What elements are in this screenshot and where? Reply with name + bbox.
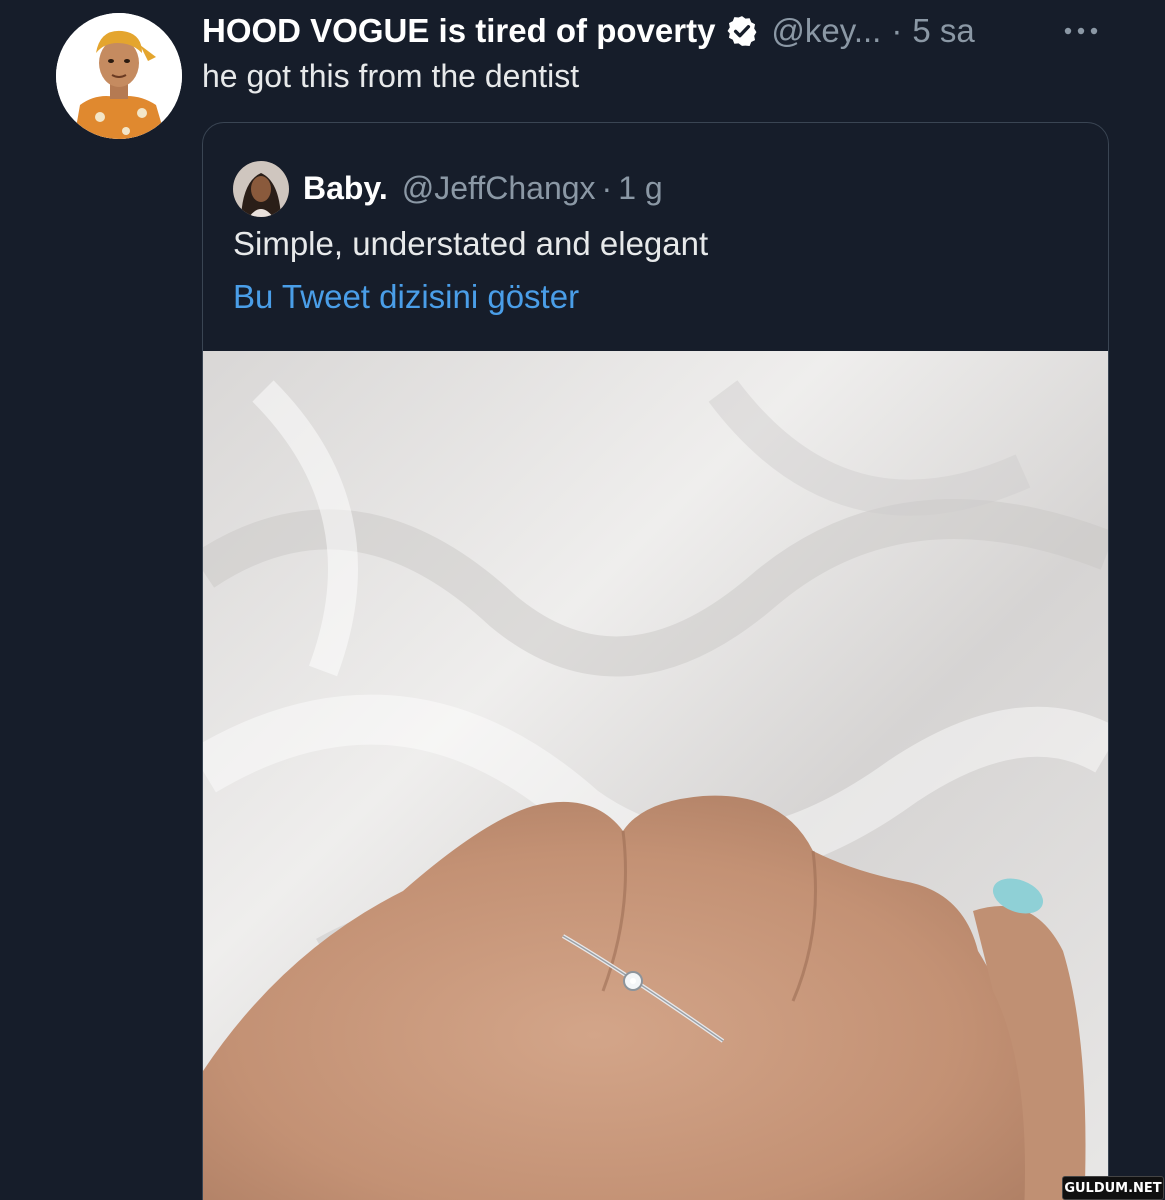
quoted-author-display-name[interactable]: Baby. [303, 170, 388, 207]
author-avatar[interactable] [56, 13, 182, 139]
site-watermark: GULDUM.NET [1062, 1176, 1164, 1200]
quoted-author-handle[interactable]: @JeffChangx [402, 170, 596, 207]
quoted-author-avatar-photo [233, 161, 289, 217]
separator-dot: · [891, 12, 903, 49]
author-handle[interactable]: @key... [771, 12, 881, 50]
quoted-tweet-card[interactable]: Baby. @JeffChangx · 1 g Simple, understa… [202, 122, 1109, 1200]
show-thread-link[interactable]: Bu Tweet dizisini göster [233, 278, 579, 316]
ring-on-hand-photo [203, 351, 1108, 1200]
more-horizontal-icon[interactable] [1058, 16, 1104, 46]
timeline: HOOD VOGUE is tired of poverty @key... ·… [0, 0, 1165, 1200]
author-display-name[interactable]: HOOD VOGUE is tired of poverty [202, 12, 715, 50]
tweet-timestamp[interactable]: 5 sa [912, 12, 974, 50]
quoted-tweet-header: Baby. @JeffChangx · 1 g [303, 163, 663, 213]
verified-badge-icon [725, 14, 759, 48]
quoted-tweet-text: Simple, understated and elegant [233, 225, 709, 262]
quoted-tweet-photo[interactable] [203, 351, 1108, 1200]
tweet-header: HOOD VOGUE is tired of poverty @key... ·… [202, 8, 975, 54]
quoted-author-avatar[interactable] [233, 161, 289, 217]
quoted-tweet-timestamp[interactable]: 1 g [618, 170, 662, 207]
author-avatar-illustration [56, 13, 182, 139]
tweet-text: he got this from the dentist [202, 58, 580, 94]
separator-dot: · [601, 169, 613, 206]
